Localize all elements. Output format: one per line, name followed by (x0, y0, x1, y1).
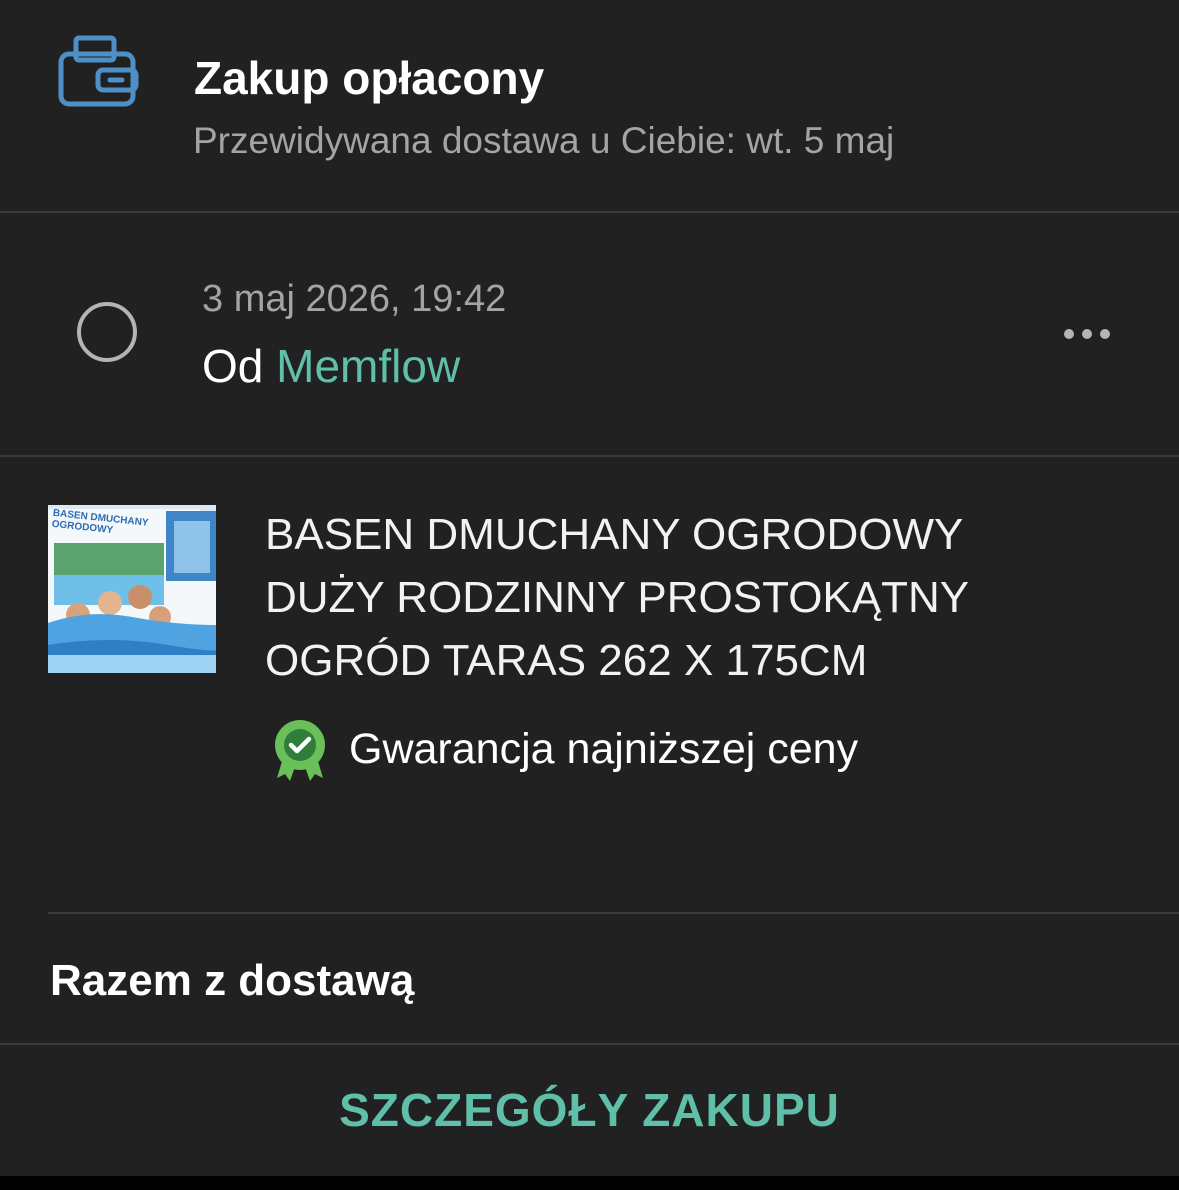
guarantee-badge-icon (271, 718, 329, 782)
delivery-estimate: Przewidywana dostawa u Ciebie: wt. 5 maj (193, 120, 895, 161)
order-date: 3 maj 2026, 19:42 (202, 278, 507, 320)
seller-prefix: Od (202, 340, 264, 392)
seller-link[interactable]: Memflow (276, 340, 460, 392)
product-name[interactable]: BASEN DMUCHANY OGRODOWY DUŻY RODZINNY PR… (265, 503, 1085, 692)
more-horizontal-icon (1064, 329, 1074, 339)
product-thumbnail[interactable]: BASEN DMUCHANY OGRODOWY (48, 505, 216, 673)
page-title: Zakup opłacony (194, 52, 545, 104)
wallet-icon (58, 34, 140, 108)
more-options-button[interactable] (1055, 314, 1119, 354)
bottom-bar (0, 1176, 1179, 1190)
divider (0, 211, 1179, 213)
divider (0, 455, 1179, 457)
guarantee-label: Gwarancja najniższej ceny (349, 725, 859, 773)
divider (48, 912, 1179, 914)
order-select-radio[interactable] (77, 302, 137, 362)
total-label: Razem z dostawą (50, 956, 415, 1005)
purchase-details-button[interactable]: SZCZEGÓŁY ZAKUPU (0, 1045, 1179, 1175)
seller-line: Od Memflow (202, 338, 460, 394)
